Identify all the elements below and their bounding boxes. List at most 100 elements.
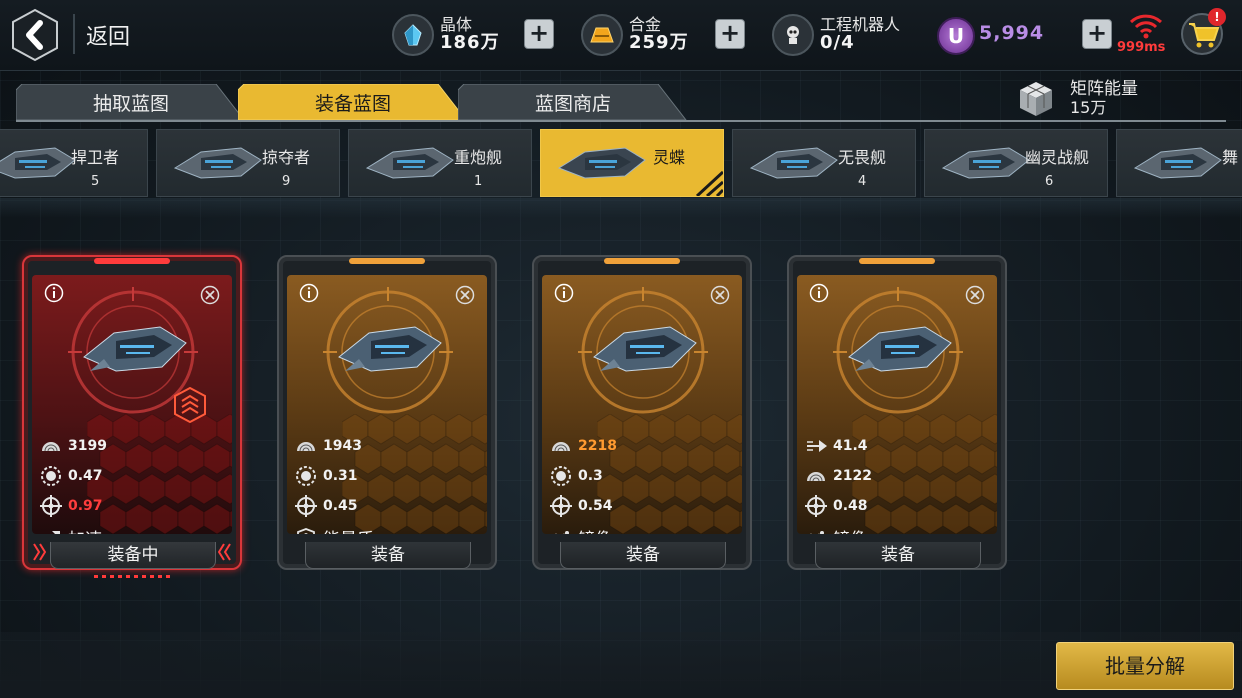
resource-value: 0/4 bbox=[820, 31, 855, 53]
equip-button[interactable]: 装备中 bbox=[50, 542, 216, 569]
ship-type-tab[interactable]: 掠夺者 9 bbox=[156, 129, 340, 197]
shield-gear-icon bbox=[41, 466, 61, 486]
stat-value: 0.31 bbox=[323, 468, 358, 484]
stat-row: 0.47 bbox=[40, 465, 103, 487]
equipped-side-mark bbox=[33, 543, 46, 561]
dismantle-close-icon[interactable] bbox=[200, 285, 220, 305]
crosshair-icon bbox=[805, 495, 827, 517]
skill-label: 镜像 bbox=[578, 525, 612, 534]
info-icon[interactable] bbox=[554, 283, 574, 303]
ship-type-tab[interactable]: 舞 bbox=[1116, 129, 1242, 197]
shield-gear-icon bbox=[551, 466, 571, 486]
ship-type-tab[interactable]: 无畏舰 4 bbox=[732, 129, 916, 197]
card-top-light bbox=[604, 258, 680, 264]
ship-type-count: 5 bbox=[91, 174, 100, 189]
matrix-energy-label: 矩阵能量 bbox=[1070, 78, 1138, 99]
shield-gear-icon bbox=[296, 466, 316, 486]
back-label[interactable]: 返回 bbox=[86, 19, 130, 51]
ship-thumbnail-icon bbox=[749, 147, 838, 179]
equip-button[interactable]: 装备 bbox=[815, 542, 981, 569]
ship-type-name: 重炮舰 bbox=[454, 148, 503, 167]
skill-row: 能量盾 bbox=[295, 525, 374, 534]
ship-icon bbox=[848, 326, 952, 372]
skill-row: 加速 bbox=[40, 525, 102, 534]
stat-row: 0.48 bbox=[805, 495, 868, 517]
dismantle-close-icon[interactable] bbox=[710, 285, 730, 305]
armor-icon bbox=[42, 442, 60, 452]
rank-chevron-icon bbox=[174, 387, 206, 423]
ship-thumbnail-icon bbox=[365, 147, 454, 179]
equip-button[interactable]: 装备 bbox=[560, 542, 726, 569]
strip-separator bbox=[0, 198, 1242, 218]
blueprint-card[interactable]: 1943 0.31 0.45 能量盾装备 bbox=[277, 255, 497, 570]
dismantle-close-icon[interactable] bbox=[965, 285, 985, 305]
blueprint-card[interactable]: 41.4 2122 0.48 镜像装备 bbox=[787, 255, 1007, 570]
ship-type-tab[interactable]: 捍卫者 5 bbox=[0, 129, 148, 197]
bulk-dismantle-button[interactable]: 批量分解 bbox=[1056, 642, 1234, 690]
stat-value: 0.45 bbox=[323, 498, 358, 514]
ship-type-count: 1 bbox=[474, 174, 483, 189]
info-icon[interactable] bbox=[809, 283, 829, 303]
equip-button[interactable]: 装备 bbox=[305, 542, 471, 569]
tab-equip-blueprint[interactable]: 装备蓝图 bbox=[238, 84, 468, 120]
ship-type-name: 无畏舰 bbox=[838, 148, 887, 167]
tab-draw-blueprint[interactable]: 抽取蓝图 bbox=[16, 84, 246, 120]
ship-type-name: 灵蝶 bbox=[653, 148, 686, 167]
tab-blueprint-shop[interactable]: 蓝图商店 bbox=[458, 84, 688, 120]
blueprint-card[interactable]: 3199 0.47 0.97 加速装备中 bbox=[22, 255, 242, 578]
card-panel: 41.4 2122 0.48 镜像 bbox=[797, 275, 997, 534]
stat-row: 0.45 bbox=[295, 495, 358, 517]
stat-value: 0.47 bbox=[68, 468, 103, 484]
matrix-energy-value: 15万 bbox=[1070, 97, 1107, 117]
ship-type-tab[interactable]: 灵蝶 bbox=[540, 129, 724, 197]
add-alloy-button[interactable]: + bbox=[715, 19, 745, 49]
equipped-indicator bbox=[94, 575, 170, 578]
stat-value: 0.3 bbox=[578, 468, 603, 484]
dismantle-close-icon[interactable] bbox=[455, 285, 475, 305]
stat-value: 1943 bbox=[323, 438, 362, 454]
ship-thumbnail-icon bbox=[173, 147, 262, 179]
armor-icon bbox=[807, 472, 825, 482]
blueprint-card[interactable]: 2218 0.3 0.54 镜像装备 bbox=[532, 255, 752, 570]
ship-type-tab[interactable]: 重炮舰 1 bbox=[348, 129, 532, 197]
stat-row: 0.54 bbox=[550, 495, 613, 517]
info-icon[interactable] bbox=[44, 283, 64, 303]
ship-thumbnail-icon bbox=[0, 147, 76, 179]
stat-row: 2218 bbox=[550, 435, 617, 457]
ship-type-name: 掠夺者 bbox=[262, 148, 311, 167]
matrix-cube-icon bbox=[1020, 82, 1052, 116]
card-panel: 3199 0.47 0.97 加速 bbox=[32, 275, 232, 534]
back-button[interactable] bbox=[10, 8, 60, 62]
resource-alloy: 合金 259万 bbox=[581, 10, 689, 60]
alloy-icon bbox=[581, 14, 623, 56]
stat-row: 1943 bbox=[295, 435, 362, 457]
skill-label: 镜像 bbox=[833, 525, 867, 534]
matrix-energy: 矩阵能量 15万 bbox=[1016, 78, 1138, 118]
selected-corner-stripes bbox=[695, 170, 723, 196]
ship-icon bbox=[338, 326, 442, 372]
header-divider bbox=[73, 14, 75, 54]
ship-type-name: 舞 bbox=[1222, 148, 1239, 167]
hex-pattern bbox=[597, 414, 742, 534]
robot-icon bbox=[772, 14, 814, 56]
crosshair-icon bbox=[40, 495, 62, 517]
stat-row: 41.4 bbox=[805, 435, 868, 457]
card-panel: 2218 0.3 0.54 镜像 bbox=[542, 275, 742, 534]
armor-icon bbox=[552, 442, 570, 452]
armor-icon bbox=[297, 442, 315, 452]
ship-thumbnail-icon bbox=[1133, 147, 1222, 179]
hex-pattern bbox=[342, 414, 487, 534]
add-premium-button[interactable]: + bbox=[1082, 19, 1112, 49]
hex-pattern bbox=[87, 414, 232, 534]
mirror-icon bbox=[810, 530, 824, 534]
stat-value: 41.4 bbox=[833, 438, 868, 454]
premium-currency-icon: U bbox=[937, 17, 975, 55]
ping-value: 999ms bbox=[1117, 40, 1166, 55]
add-crystal-button[interactable]: + bbox=[524, 19, 554, 49]
ship-type-tab[interactable]: 幽灵战舰 6 bbox=[924, 129, 1108, 197]
skill-row: 镜像 bbox=[550, 525, 612, 534]
card-top-light bbox=[859, 258, 935, 264]
tab-label: 蓝图商店 bbox=[534, 92, 611, 115]
ship-icon bbox=[593, 326, 697, 372]
info-icon[interactable] bbox=[299, 283, 319, 303]
